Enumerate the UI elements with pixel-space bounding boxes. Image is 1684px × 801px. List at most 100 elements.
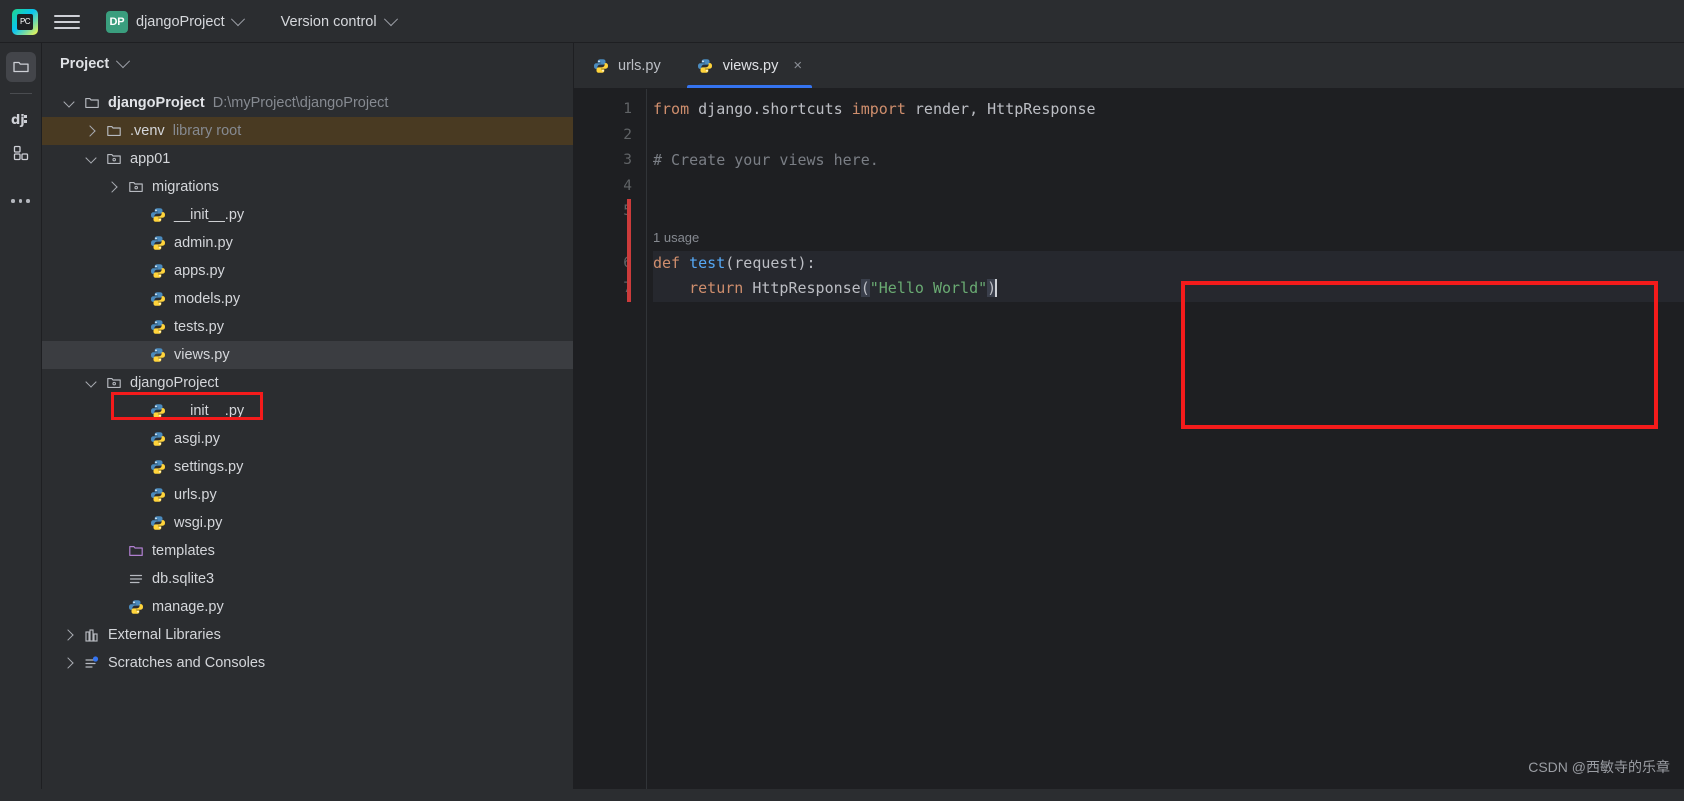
project-name-label: djangoProject bbox=[136, 13, 225, 30]
scratches-icon bbox=[83, 655, 100, 672]
tree-row---init---py[interactable]: __init__.py bbox=[42, 201, 573, 229]
tree-row-migrations[interactable]: migrations bbox=[42, 173, 573, 201]
python-icon bbox=[592, 57, 609, 74]
tree-row-label: External Libraries bbox=[108, 627, 221, 643]
python-icon bbox=[697, 57, 714, 74]
tree-row-urls-py[interactable]: urls.py bbox=[42, 481, 573, 509]
line-number: 5 bbox=[574, 199, 646, 225]
chevron-down-icon[interactable] bbox=[116, 54, 131, 69]
tree-row-wsgi-py[interactable]: wsgi.py bbox=[42, 509, 573, 537]
tree-row--venv[interactable]: .venv library root bbox=[42, 117, 573, 145]
code-content[interactable]: from django.shortcuts import render, Htt… bbox=[646, 89, 1684, 789]
project-panel-title: Project bbox=[60, 56, 110, 72]
django-icon: dj bbox=[11, 113, 27, 128]
module-icon bbox=[105, 151, 122, 168]
tree-row-label: tests.py bbox=[174, 319, 224, 335]
tree-row-scratches-and-consoles[interactable]: Scratches and Consoles bbox=[42, 649, 573, 677]
main-menu-icon[interactable] bbox=[54, 9, 80, 35]
line-number: 7 bbox=[574, 276, 646, 302]
folder-icon bbox=[12, 61, 29, 73]
tree-row-label: urls.py bbox=[174, 487, 217, 503]
chevron-down-icon[interactable] bbox=[64, 98, 75, 109]
string-literal: "Hello World" bbox=[869, 279, 988, 298]
tree-row-label: templates bbox=[152, 543, 215, 559]
sidebar-item-django[interactable]: dj bbox=[6, 104, 36, 134]
chevron-right-icon[interactable] bbox=[86, 126, 97, 137]
project-panel-header: Project bbox=[42, 43, 573, 85]
chevron-right-icon[interactable] bbox=[64, 630, 75, 641]
open-paren: ( bbox=[860, 279, 870, 298]
tree-row-manage-py[interactable]: manage.py bbox=[42, 593, 573, 621]
tree-row-label: djangoProject bbox=[130, 375, 219, 391]
tree-row---init---py[interactable]: __init__.py bbox=[42, 397, 573, 425]
tree-row-admin-py[interactable]: admin.py bbox=[42, 229, 573, 257]
tree-row-views-py[interactable]: views.py bbox=[42, 341, 573, 369]
sidebar-item-structure[interactable] bbox=[6, 138, 36, 168]
project-tree[interactable]: djangoProject D:\myProject\djangoProject… bbox=[42, 85, 573, 789]
chevron-down-icon[interactable] bbox=[86, 154, 97, 165]
tree-row-label: db.sqlite3 bbox=[152, 571, 215, 587]
tree-row-app01[interactable]: app01 bbox=[42, 145, 573, 173]
module-icon bbox=[105, 375, 122, 392]
project-badge: DP bbox=[106, 10, 128, 33]
tree-row-external-libraries[interactable]: External Libraries bbox=[42, 621, 573, 649]
pycharm-logo-icon: PC bbox=[12, 8, 38, 35]
module-icon bbox=[127, 179, 144, 196]
tree-row-label: apps.py bbox=[174, 263, 225, 279]
close-icon[interactable]: × bbox=[793, 58, 802, 73]
code-line-7: return HttpResponse("Hello World") bbox=[653, 276, 1684, 302]
editor-tab-urls-py[interactable]: urls.py bbox=[574, 43, 679, 88]
python-icon bbox=[149, 459, 166, 476]
tree-row-suffix: library root bbox=[164, 123, 242, 139]
project-tool-window: Project djangoProject D:\myProject\djang… bbox=[42, 43, 574, 789]
code-editor[interactable]: 1 2 3 4 5 67 from django.shortcuts import ren… bbox=[574, 89, 1684, 789]
tree-row-db-sqlite3[interactable]: db.sqlite3 bbox=[42, 565, 573, 593]
code-line-3: # Create your views here. bbox=[653, 148, 1684, 174]
hamburger-line bbox=[54, 20, 80, 23]
tree-row-djangoproject[interactable]: djangoProject bbox=[42, 369, 573, 397]
chevron-right-icon[interactable] bbox=[108, 182, 119, 193]
python-icon bbox=[149, 291, 166, 308]
tree-row-models-py[interactable]: models.py bbox=[42, 285, 573, 313]
sidebar-item-project[interactable] bbox=[5, 52, 36, 82]
tree-row-label: wsgi.py bbox=[174, 515, 223, 531]
pycharm-window: PC DP djangoProject Version control dj P… bbox=[0, 0, 1684, 801]
tree-row-label: asgi.py bbox=[174, 431, 220, 447]
tree-row-label: __init__.py bbox=[174, 207, 245, 223]
tree-row-templates[interactable]: templates bbox=[42, 537, 573, 565]
tree-row-djangoproject[interactable]: djangoProject D:\myProject\djangoProject bbox=[42, 89, 573, 117]
python-icon bbox=[149, 347, 166, 364]
version-control-button[interactable]: Version control bbox=[273, 10, 404, 34]
dot bbox=[18, 199, 23, 203]
editor-tab-views-py[interactable]: views.py × bbox=[679, 43, 820, 88]
tree-row-apps-py[interactable]: apps.py bbox=[42, 257, 573, 285]
tree-row-asgi-py[interactable]: asgi.py bbox=[42, 425, 573, 453]
project-selector[interactable]: DP djangoProject bbox=[98, 7, 251, 37]
python-icon bbox=[149, 319, 166, 336]
usage-inlay-hint[interactable]: 1 usage bbox=[653, 225, 1684, 251]
chevron-down-icon[interactable] bbox=[86, 378, 97, 389]
tree-row-label: __init__.py bbox=[174, 403, 245, 419]
comment-text: # Create your views here. bbox=[653, 151, 879, 170]
keyword-import: import bbox=[851, 100, 906, 118]
library-icon bbox=[83, 627, 100, 644]
code-line-6: def test(request): bbox=[653, 250, 1684, 277]
chevron-right-icon[interactable] bbox=[64, 658, 75, 669]
line-number: 6 bbox=[574, 251, 646, 277]
tree-row-tests-py[interactable]: tests.py bbox=[42, 313, 573, 341]
sidebar-item-more[interactable] bbox=[6, 186, 36, 216]
left-tool-stripe: dj bbox=[0, 43, 42, 789]
dot bbox=[26, 199, 30, 203]
tree-row-settings-py[interactable]: settings.py bbox=[42, 453, 573, 481]
line-number: 4 bbox=[623, 177, 632, 194]
hamburger-line bbox=[54, 26, 80, 29]
